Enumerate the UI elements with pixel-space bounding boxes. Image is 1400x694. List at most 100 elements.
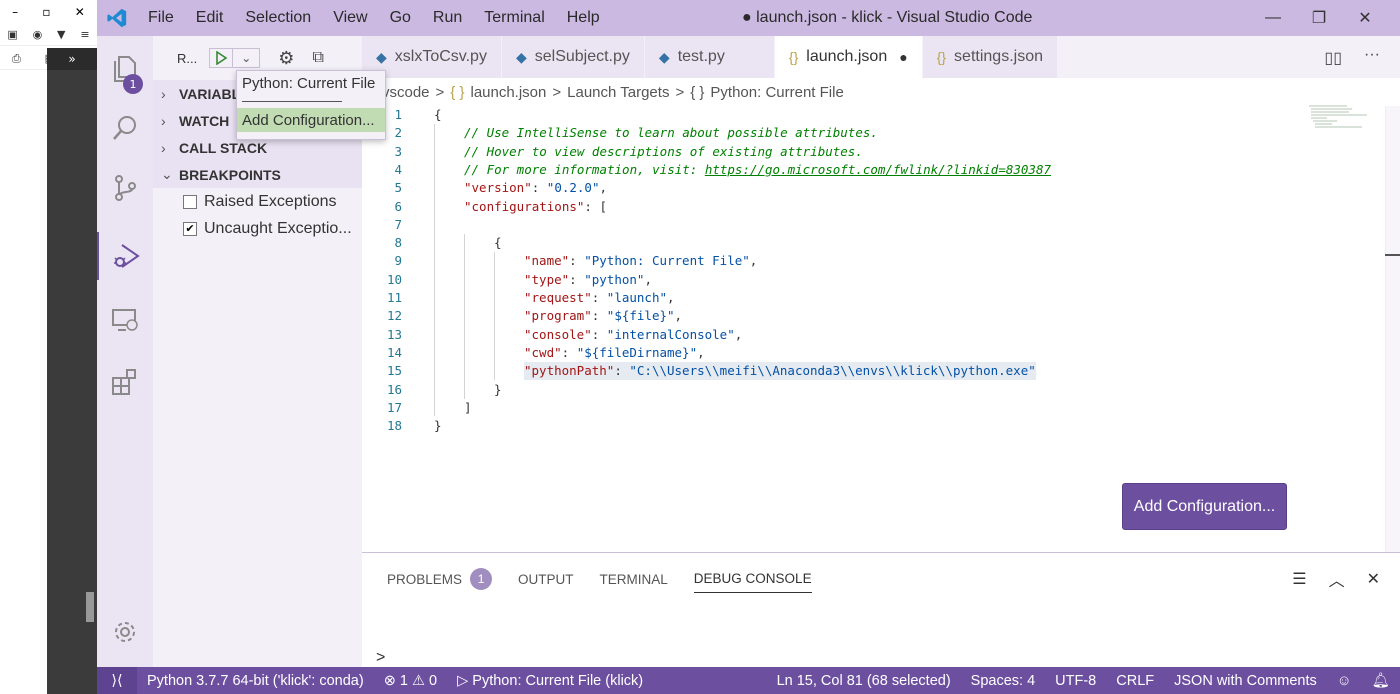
json-key: "version" bbox=[464, 180, 532, 196]
remote-explorer-icon[interactable] bbox=[97, 296, 153, 344]
menu-terminal[interactable]: Terminal bbox=[473, 0, 555, 36]
line-number: 8 bbox=[394, 235, 402, 251]
problems-status[interactable]: ⊗ 1 ⚠ 0 bbox=[374, 673, 447, 689]
feedback-icon[interactable]: ☺ bbox=[1327, 673, 1362, 689]
menu-help[interactable]: Help bbox=[556, 0, 611, 36]
run-debug-icon[interactable] bbox=[97, 232, 153, 280]
vscode-logo-icon bbox=[97, 0, 137, 36]
menu-go[interactable]: Go bbox=[379, 0, 422, 36]
breadcrumb-item[interactable]: Python: Current File bbox=[710, 84, 843, 101]
selected-text: "pythonPath": "C:\\Users\\meifi\\Anacond… bbox=[524, 362, 1036, 381]
language-mode[interactable]: JSON with Comments bbox=[1164, 673, 1327, 689]
notifications-icon[interactable]: 🔔︎ bbox=[1362, 672, 1400, 689]
filter-icon[interactable]: ▼ bbox=[57, 28, 65, 41]
source-control-icon[interactable] bbox=[97, 164, 153, 212]
maximize-panel-icon[interactable]: ︿ bbox=[1329, 567, 1345, 591]
minimize-icon[interactable]: – bbox=[12, 5, 18, 19]
expand-icon[interactable]: » bbox=[47, 48, 97, 70]
cursor-position[interactable]: Ln 15, Col 81 (68 selected) bbox=[767, 673, 961, 689]
python-icon: ◆ bbox=[376, 48, 387, 65]
extensions-icon[interactable] bbox=[97, 358, 153, 406]
editor-scrollbar[interactable] bbox=[1385, 106, 1400, 552]
chevron-down-icon[interactable]: ⌄ bbox=[233, 48, 261, 68]
menu-view[interactable]: View bbox=[322, 0, 378, 36]
menu-run[interactable]: Run bbox=[422, 0, 473, 36]
minimap[interactable] bbox=[1307, 104, 1377, 134]
unsaved-dot-icon[interactable]: ● bbox=[899, 49, 907, 65]
python-interpreter[interactable]: Python 3.7.7 64-bit ('klick': conda) bbox=[137, 673, 374, 689]
indentation[interactable]: Spaces: 4 bbox=[961, 673, 1046, 689]
panel-icon[interactable]: ▣ bbox=[7, 28, 17, 41]
gear-icon[interactable] bbox=[97, 608, 153, 656]
comment-link[interactable]: https://go.microsoft.com/fwlink/?linkid=… bbox=[705, 162, 1051, 177]
restore-icon[interactable]: ❐ bbox=[1296, 0, 1342, 36]
checkbox-unchecked[interactable] bbox=[183, 194, 197, 209]
end-of-line[interactable]: CRLF bbox=[1106, 673, 1164, 689]
breadcrumb-separator: > bbox=[552, 83, 562, 101]
breadcrumb-section[interactable]: Launch Targets bbox=[567, 84, 669, 101]
line-number: 11 bbox=[386, 290, 402, 305]
gear-icon[interactable]: ⚙ bbox=[278, 48, 294, 69]
menu-edit[interactable]: Edit bbox=[185, 0, 235, 36]
tab-terminal[interactable]: TERMINAL bbox=[600, 565, 668, 593]
line-number: 10 bbox=[386, 271, 402, 287]
close-icon[interactable]: ✕ bbox=[1342, 0, 1388, 36]
dropdown-separator bbox=[242, 101, 342, 102]
breadcrumb-file[interactable]: launch.json bbox=[470, 84, 546, 101]
dropdown-option-add-configuration[interactable]: Add Configuration... bbox=[237, 108, 385, 132]
external-toolbar: ▣ ◉ ▼ ≡ bbox=[0, 24, 97, 46]
tab-debug-console[interactable]: DEBUG CONSOLE bbox=[693, 565, 812, 593]
clear-console-icon[interactable]: ☰ bbox=[1292, 569, 1306, 589]
checkbox-checked[interactable]: ✔ bbox=[183, 221, 197, 236]
breadcrumb-folder[interactable]: vscode bbox=[382, 84, 430, 101]
json-value: "${file}" bbox=[606, 308, 675, 324]
explorer-badge: 1 bbox=[123, 74, 143, 94]
json-value: "0.2.0" bbox=[546, 180, 600, 196]
print-icon[interactable]: ⎙ bbox=[12, 52, 21, 66]
json-icon: { } bbox=[450, 83, 465, 101]
warning-count: 0 bbox=[429, 672, 438, 689]
debug-target[interactable]: ▷ Python: Current File (klick) bbox=[447, 673, 653, 689]
error-count: 1 bbox=[399, 672, 408, 689]
explorer-icon[interactable]: 1 bbox=[97, 44, 153, 94]
json-key: "pythonPath" bbox=[524, 363, 615, 379]
tab-selsubject[interactable]: ◆ selSubject.py bbox=[501, 36, 645, 78]
tab-settings-json[interactable]: {} settings.json bbox=[922, 36, 1058, 78]
restore-icon[interactable]: ▫ bbox=[42, 5, 50, 19]
user-icon[interactable]: ◉ bbox=[33, 28, 43, 41]
menu-selection[interactable]: Selection bbox=[234, 0, 322, 36]
console-prompt[interactable]: > bbox=[376, 649, 385, 667]
remote-indicator-icon[interactable]: ⟩⟨ bbox=[97, 667, 137, 694]
breakpoint-item[interactable]: ✔ Uncaught Exceptio... bbox=[153, 215, 362, 242]
indent-guide bbox=[494, 252, 495, 380]
menu-file[interactable]: File bbox=[137, 0, 185, 36]
search-icon[interactable] bbox=[97, 104, 153, 152]
split-editor-icon[interactable]: ▯▯ bbox=[1324, 48, 1342, 68]
close-icon[interactable]: ✕ bbox=[75, 5, 85, 19]
external-scrollbar[interactable] bbox=[86, 592, 94, 622]
encoding[interactable]: UTF-8 bbox=[1045, 673, 1106, 689]
menu-icon[interactable]: ≡ bbox=[80, 28, 89, 41]
breadcrumb-separator: > bbox=[435, 83, 445, 101]
json-key: "configurations" bbox=[464, 198, 585, 214]
start-debugging-button[interactable] bbox=[209, 48, 234, 68]
more-actions-icon[interactable]: ··· bbox=[1364, 46, 1380, 64]
debug-console-icon[interactable]: ⧉ bbox=[312, 49, 323, 67]
tab-output[interactable]: OUTPUT bbox=[518, 565, 574, 593]
warning-icon: ⚠ bbox=[412, 672, 425, 689]
section-watch-label: WATCH bbox=[179, 112, 230, 129]
code-text: } bbox=[434, 418, 442, 434]
tab-test[interactable]: ◆ test.py bbox=[644, 36, 775, 78]
close-panel-icon[interactable]: ✕ bbox=[1367, 569, 1380, 589]
tab-problems[interactable]: PROBLEMS 1 bbox=[387, 565, 493, 593]
minimize-icon[interactable]: — bbox=[1250, 0, 1296, 36]
tab-launch-json[interactable]: {} launch.json ● bbox=[774, 36, 923, 78]
line-number: 12 bbox=[386, 308, 402, 324]
dropdown-option-current-file[interactable]: Python: Current File bbox=[237, 71, 385, 95]
play-icon bbox=[216, 51, 228, 65]
breakpoint-item[interactable]: Raised Exceptions bbox=[153, 188, 362, 215]
add-configuration-button[interactable]: Add Configuration... bbox=[1122, 483, 1287, 530]
section-breakpoints[interactable]: ⌄ BREAKPOINTS bbox=[153, 161, 362, 188]
menu-bar: File Edit Selection View Go Run Terminal… bbox=[137, 0, 611, 36]
json-key: "console" bbox=[524, 326, 592, 342]
